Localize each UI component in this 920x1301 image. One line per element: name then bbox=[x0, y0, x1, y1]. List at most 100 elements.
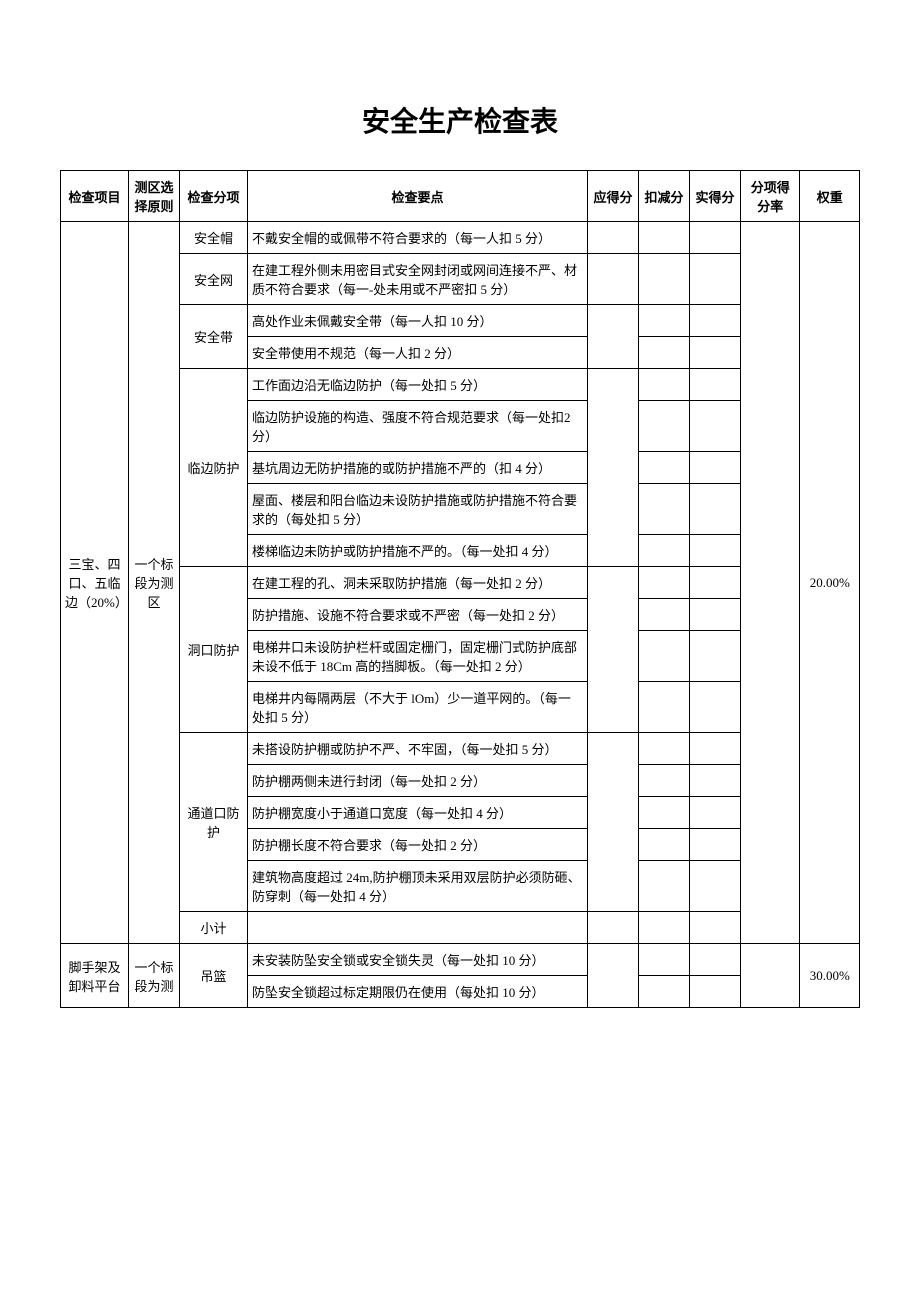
deduct-cell bbox=[638, 337, 689, 369]
table-row: 临边防护 工作面边沿无临边防护（每一处扣 5 分） bbox=[61, 369, 860, 401]
subscore-cell bbox=[740, 944, 799, 1008]
actual-cell bbox=[689, 682, 740, 733]
point-cell: 临边防护设施的构造、强度不符合规范要求（每一处扣2 分） bbox=[247, 401, 587, 452]
actual-cell bbox=[689, 797, 740, 829]
item-cell: 三宝、四口、五临边（20%） bbox=[61, 222, 129, 944]
actual-cell bbox=[689, 765, 740, 797]
point-cell: 高处作业未佩戴安全带（每一人扣 10 分） bbox=[247, 305, 587, 337]
point-cell: 防护棚长度不符合要求（每一处扣 2 分） bbox=[247, 829, 587, 861]
deduct-cell bbox=[638, 976, 689, 1008]
score-cell bbox=[587, 254, 638, 305]
sub-cell: 吊篮 bbox=[179, 944, 247, 1008]
actual-cell bbox=[689, 369, 740, 401]
score-cell bbox=[587, 305, 638, 369]
sub-cell: 安全带 bbox=[179, 305, 247, 369]
header-subscore: 分项得分率 bbox=[740, 171, 799, 222]
sub-cell: 临边防护 bbox=[179, 369, 247, 567]
actual-cell bbox=[689, 452, 740, 484]
point-cell: 防坠安全锁超过标定期限仍在使用（每处扣 10 分） bbox=[247, 976, 587, 1008]
header-score: 应得分 bbox=[587, 171, 638, 222]
deduct-cell bbox=[638, 305, 689, 337]
point-cell: 电梯井内每隔两层（不大于 lOm）少一道平网的。（每一处扣 5 分） bbox=[247, 682, 587, 733]
deduct-cell bbox=[638, 631, 689, 682]
point-cell: 屋面、楼层和阳台临边未设防护措施或防护措施不符合要求的（每处扣 5 分） bbox=[247, 484, 587, 535]
deduct-cell bbox=[638, 861, 689, 912]
deduct-cell bbox=[638, 765, 689, 797]
header-actual: 实得分 bbox=[689, 171, 740, 222]
point-cell: 不戴安全帽的或佩带不符合要求的（每一人扣 5 分） bbox=[247, 222, 587, 254]
deduct-cell bbox=[638, 829, 689, 861]
item-cell: 脚手架及卸料平台 bbox=[61, 944, 129, 1008]
deduct-cell bbox=[638, 452, 689, 484]
actual-cell bbox=[689, 599, 740, 631]
header-point: 检查要点 bbox=[247, 171, 587, 222]
header-item: 检查项目 bbox=[61, 171, 129, 222]
subscore-cell bbox=[740, 222, 799, 944]
score-cell bbox=[587, 733, 638, 912]
table-row: 安全带 高处作业未佩戴安全带（每一人扣 10 分） bbox=[61, 305, 860, 337]
deduct-cell bbox=[638, 401, 689, 452]
sub-cell: 通道口防护 bbox=[179, 733, 247, 912]
table-row: 安全网 在建工程外侧未用密目式安全网封闭或网间连接不严、材质不符合要求（每一-处… bbox=[61, 254, 860, 305]
header-sub: 检查分项 bbox=[179, 171, 247, 222]
point-cell bbox=[247, 912, 587, 944]
table-row: 脚手架及卸料平台 一个标段为测 吊篮 未安装防坠安全锁或安全锁失灵（每一处扣 1… bbox=[61, 944, 860, 976]
weight-cell: 20.00% bbox=[800, 222, 860, 944]
deduct-cell bbox=[638, 222, 689, 254]
actual-cell bbox=[689, 976, 740, 1008]
actual-cell bbox=[689, 861, 740, 912]
table-header-row: 检查项目 测区选择原则 检查分项 检查要点 应得分 扣减分 实得分 分项得分率 … bbox=[61, 171, 860, 222]
score-cell bbox=[587, 567, 638, 733]
deduct-cell bbox=[638, 733, 689, 765]
score-cell bbox=[587, 222, 638, 254]
deduct-cell bbox=[638, 567, 689, 599]
actual-cell bbox=[689, 305, 740, 337]
score-cell bbox=[587, 944, 638, 1008]
point-cell: 未安装防坠安全锁或安全锁失灵（每一处扣 10 分） bbox=[247, 944, 587, 976]
actual-cell bbox=[689, 567, 740, 599]
page-title: 安全生产检查表 bbox=[60, 100, 860, 140]
deduct-cell bbox=[638, 912, 689, 944]
deduct-cell bbox=[638, 254, 689, 305]
actual-cell bbox=[689, 829, 740, 861]
actual-cell bbox=[689, 535, 740, 567]
deduct-cell bbox=[638, 369, 689, 401]
deduct-cell bbox=[638, 944, 689, 976]
table-row: 通道口防护 未搭设防护棚或防护不严、不牢固，（每一处扣 5 分） bbox=[61, 733, 860, 765]
zone-cell: 一个标段为测区 bbox=[128, 222, 179, 944]
point-cell: 电梯井口未设防护栏杆或固定栅门，固定栅门式防护底部未设不低于 18Cm 高的挡脚… bbox=[247, 631, 587, 682]
table-row: 三宝、四口、五临边（20%） 一个标段为测区 安全帽 不戴安全帽的或佩带不符合要… bbox=[61, 222, 860, 254]
score-cell bbox=[587, 912, 638, 944]
point-cell: 楼梯临边未防护或防护措施不严的。（每一处扣 4 分） bbox=[247, 535, 587, 567]
zone-cell: 一个标段为测 bbox=[128, 944, 179, 1008]
score-cell bbox=[587, 369, 638, 567]
deduct-cell bbox=[638, 599, 689, 631]
sub-cell: 安全帽 bbox=[179, 222, 247, 254]
point-cell: 工作面边沿无临边防护（每一处扣 5 分） bbox=[247, 369, 587, 401]
point-cell: 建筑物高度超过 24m,防护棚顶未采用双层防护必须防砸、防穿刺（每一处扣 4 分… bbox=[247, 861, 587, 912]
header-weight: 权重 bbox=[800, 171, 860, 222]
point-cell: 未搭设防护棚或防护不严、不牢固，（每一处扣 5 分） bbox=[247, 733, 587, 765]
point-cell: 防护措施、设施不符合要求或不严密（每一处扣 2 分） bbox=[247, 599, 587, 631]
header-deduct: 扣减分 bbox=[638, 171, 689, 222]
point-cell: 防护棚宽度小于通道口宽度（每一处扣 4 分） bbox=[247, 797, 587, 829]
deduct-cell bbox=[638, 797, 689, 829]
actual-cell bbox=[689, 401, 740, 452]
actual-cell bbox=[689, 484, 740, 535]
point-cell: 基坑周边无防护措施的或防护措施不严的（扣 4 分） bbox=[247, 452, 587, 484]
header-zone: 测区选择原则 bbox=[128, 171, 179, 222]
actual-cell bbox=[689, 222, 740, 254]
point-cell: 安全带使用不规范（每一人扣 2 分） bbox=[247, 337, 587, 369]
sub-cell: 洞口防护 bbox=[179, 567, 247, 733]
sub-cell: 安全网 bbox=[179, 254, 247, 305]
inspection-table: 检查项目 测区选择原则 检查分项 检查要点 应得分 扣减分 实得分 分项得分率 … bbox=[60, 170, 860, 1008]
table-row: 洞口防护 在建工程的孔、洞未采取防护措施（每一处扣 2 分） bbox=[61, 567, 860, 599]
point-cell: 在建工程外侧未用密目式安全网封闭或网间连接不严、材质不符合要求（每一-处未用或不… bbox=[247, 254, 587, 305]
deduct-cell bbox=[638, 484, 689, 535]
deduct-cell bbox=[638, 535, 689, 567]
table-row: 小计 bbox=[61, 912, 860, 944]
actual-cell bbox=[689, 254, 740, 305]
actual-cell bbox=[689, 337, 740, 369]
actual-cell bbox=[689, 733, 740, 765]
deduct-cell bbox=[638, 682, 689, 733]
